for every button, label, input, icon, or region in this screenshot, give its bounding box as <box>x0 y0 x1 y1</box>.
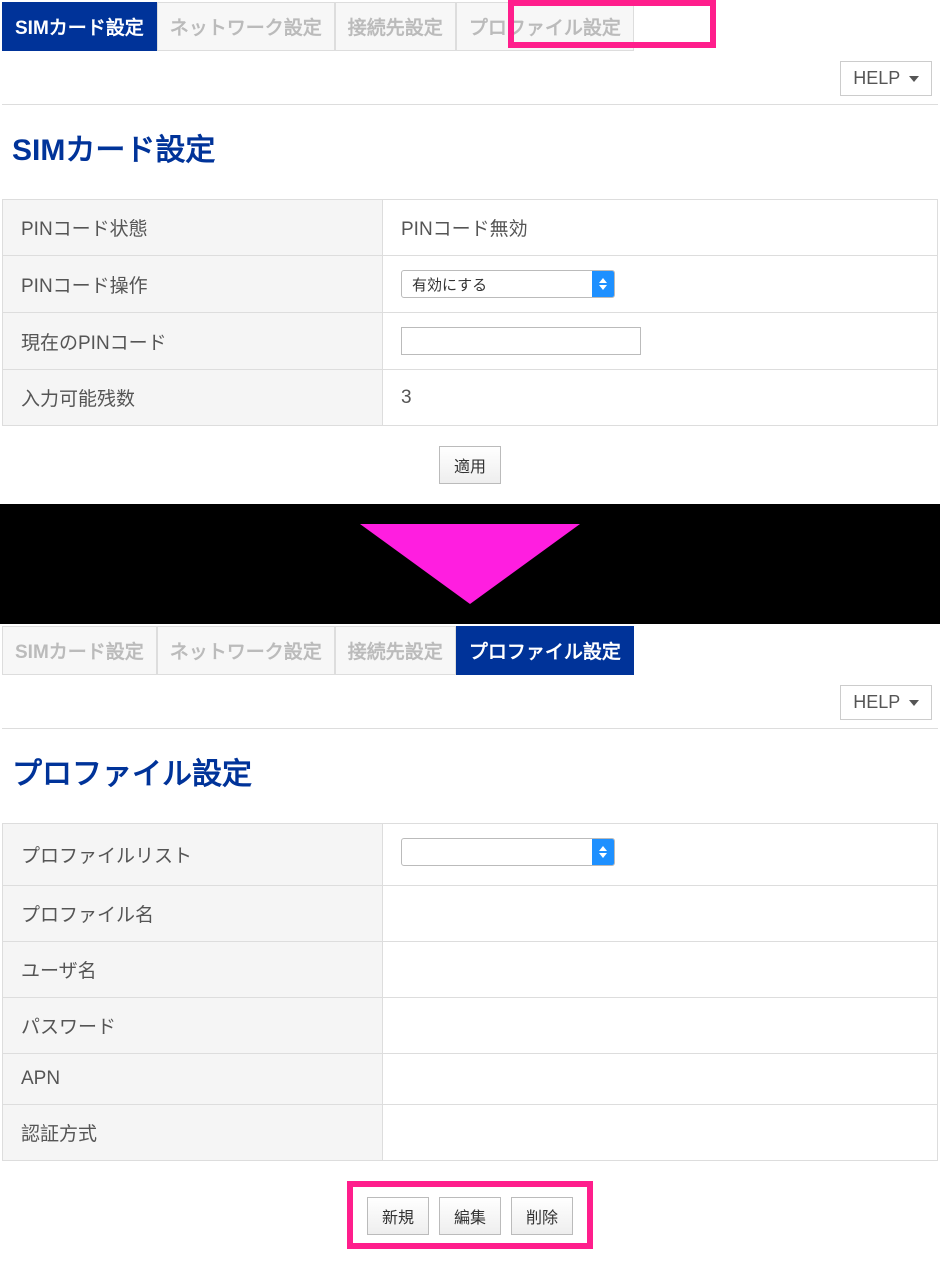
select-stepper-icon-2 <box>592 839 614 865</box>
tab-profile-2[interactable]: プロファイル設定 <box>456 626 634 675</box>
tab-network-2[interactable]: ネットワーク設定 <box>157 626 335 675</box>
page-title: SIMカード設定 <box>12 125 938 169</box>
help-label: HELP <box>853 68 900 88</box>
new-button[interactable]: 新規 <box>367 1197 429 1235</box>
tab-sim-card-2[interactable]: SIMカード設定 <box>2 626 157 675</box>
value-apn <box>383 1054 938 1105</box>
help-label-2: HELP <box>853 692 900 712</box>
value-username <box>383 942 938 998</box>
pin-operation-select-value: 有効にする <box>402 271 592 297</box>
row-current-pin: 現在のPINコード <box>3 313 938 370</box>
down-arrow-icon <box>360 524 580 604</box>
tab-bar-2: SIMカード設定 ネットワーク設定 接続先設定 プロファイル設定 <box>2 626 938 675</box>
label-current-pin: 現在のPINコード <box>3 313 383 370</box>
help-dropdown-2[interactable]: HELP <box>840 685 932 720</box>
cell-profile-list <box>383 824 938 886</box>
value-auth <box>383 1105 938 1161</box>
apply-row: 適用 <box>2 446 938 484</box>
label-apn: APN <box>3 1054 383 1105</box>
profile-list-select-value <box>402 839 592 865</box>
transition-arrow-band <box>0 504 940 624</box>
label-profile-name: プロファイル名 <box>3 886 383 942</box>
sim-card-settings-screen: SIMカード設定 ネットワーク設定 接続先設定 プロファイル設定 HELP SI… <box>0 0 940 504</box>
tab-connection-2[interactable]: 接続先設定 <box>335 626 456 675</box>
row-apn: APN <box>3 1054 938 1105</box>
label-pin-operation: PINコード操作 <box>3 256 383 313</box>
select-stepper-icon <box>592 271 614 297</box>
cell-current-pin <box>383 313 938 370</box>
highlight-profile-buttons: 新規 編集 削除 <box>347 1181 593 1249</box>
label-profile-list: プロファイルリスト <box>3 824 383 886</box>
edit-button[interactable]: 編集 <box>439 1197 501 1235</box>
profile-buttons-row: 新規 編集 削除 <box>2 1181 938 1249</box>
tab-sim-card[interactable]: SIMカード設定 <box>2 2 157 51</box>
delete-button[interactable]: 削除 <box>511 1197 573 1235</box>
value-profile-name <box>383 886 938 942</box>
sim-settings-table: PINコード状態 PINコード無効 PINコード操作 有効にする 現在のPINコ… <box>2 199 938 426</box>
help-dropdown[interactable]: HELP <box>840 61 932 96</box>
row-auth: 認証方式 <box>3 1105 938 1161</box>
current-pin-input[interactable] <box>401 327 641 355</box>
chevron-down-icon <box>909 76 919 82</box>
pin-operation-select[interactable]: 有効にする <box>401 270 615 298</box>
profile-settings-table: プロファイルリスト プロファイル名 ユーザ名 パスワード APN <box>2 823 938 1161</box>
row-profile-list: プロファイルリスト <box>3 824 938 886</box>
label-pin-status: PINコード状態 <box>3 200 383 256</box>
tab-network[interactable]: ネットワーク設定 <box>157 2 335 51</box>
value-pin-status: PINコード無効 <box>383 200 938 256</box>
row-password: パスワード <box>3 998 938 1054</box>
row-pin-operation: PINコード操作 有効にする <box>3 256 938 313</box>
row-pin-status: PINコード状態 PINコード無効 <box>3 200 938 256</box>
label-remaining: 入力可能残数 <box>3 370 383 426</box>
apply-button[interactable]: 適用 <box>439 446 501 484</box>
help-row: HELP <box>2 55 938 105</box>
row-remaining: 入力可能残数 3 <box>3 370 938 426</box>
profile-settings-screen: SIMカード設定 ネットワーク設定 接続先設定 プロファイル設定 HELP プロ… <box>0 624 940 1269</box>
tab-connection[interactable]: 接続先設定 <box>335 2 456 51</box>
page-title-2: プロファイル設定 <box>12 749 938 793</box>
row-username: ユーザ名 <box>3 942 938 998</box>
tab-bar: SIMカード設定 ネットワーク設定 接続先設定 プロファイル設定 <box>2 2 938 51</box>
label-auth: 認証方式 <box>3 1105 383 1161</box>
value-remaining: 3 <box>383 370 938 426</box>
cell-pin-operation: 有効にする <box>383 256 938 313</box>
label-username: ユーザ名 <box>3 942 383 998</box>
tab-profile[interactable]: プロファイル設定 <box>456 2 634 51</box>
row-profile-name: プロファイル名 <box>3 886 938 942</box>
help-row-2: HELP <box>2 679 938 729</box>
label-password: パスワード <box>3 998 383 1054</box>
chevron-down-icon-2 <box>909 700 919 706</box>
profile-list-select[interactable] <box>401 838 615 866</box>
value-password <box>383 998 938 1054</box>
